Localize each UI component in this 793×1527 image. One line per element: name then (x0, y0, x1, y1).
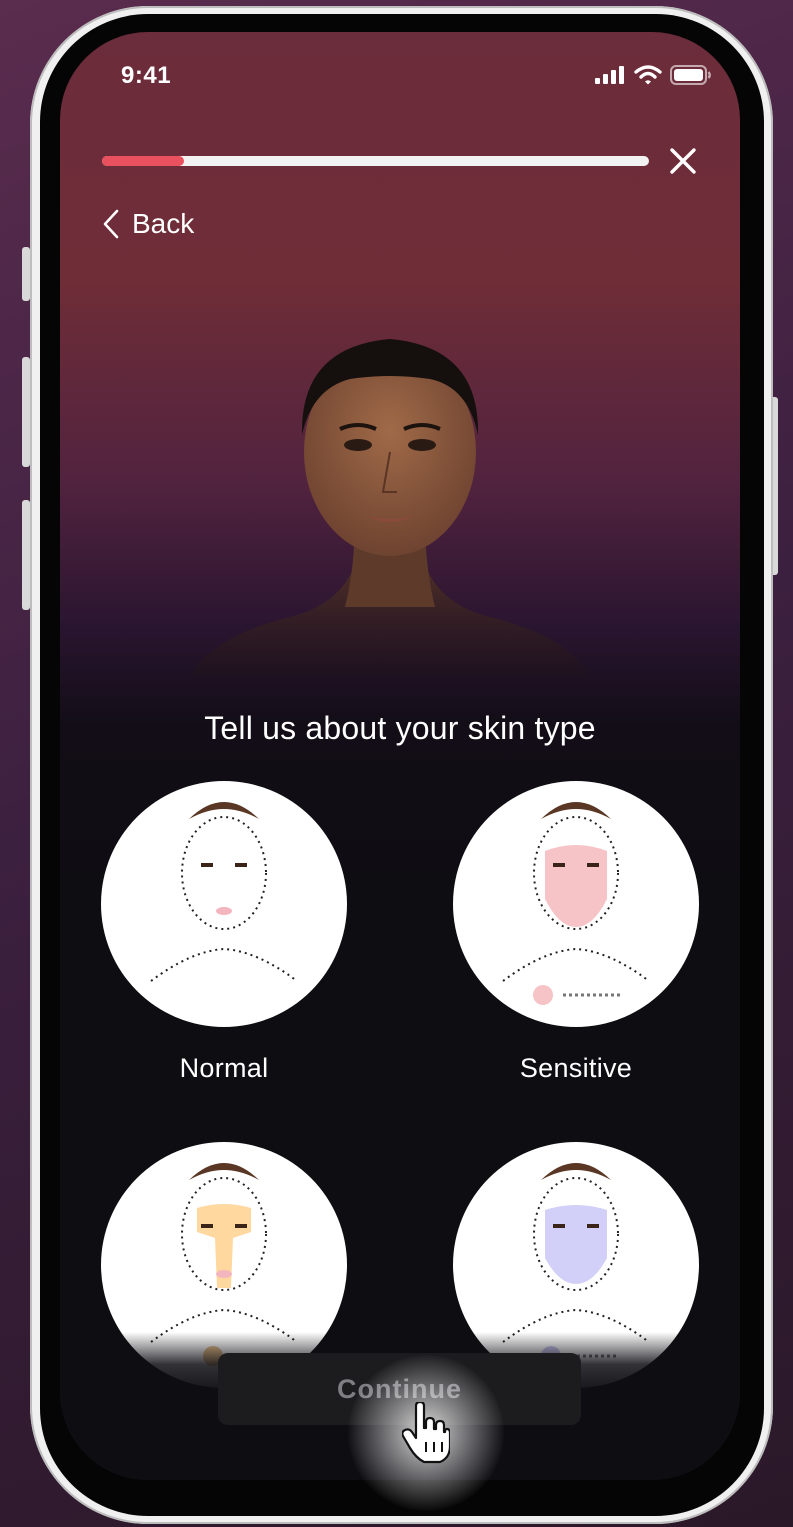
app-screen: 9:41 Back Tell us about your skin type N… (60, 32, 740, 1480)
option-label: Sensitive (519, 1053, 633, 1083)
back-button[interactable]: Back (102, 208, 194, 240)
back-label: Back (132, 208, 195, 239)
progress-bar-fill (102, 156, 185, 166)
option-normal[interactable]: Normal (101, 781, 347, 1084)
chevron-left-icon (103, 209, 119, 239)
close-button[interactable] (666, 144, 700, 178)
question-heading: Tell us about your skin type (204, 710, 596, 746)
wifi-icon (634, 65, 662, 85)
progress-bar (102, 156, 649, 166)
option-illustration (453, 781, 699, 1027)
option-label: Normal (179, 1053, 269, 1083)
status-icons (594, 64, 712, 86)
option-sensitive[interactable]: Sensitive (453, 781, 699, 1084)
battery-icon (670, 65, 711, 85)
highlight-mark (216, 907, 232, 915)
phone-volume-down-button (22, 500, 30, 610)
model-portrait-image (190, 339, 590, 677)
highlight-zone (545, 1205, 607, 1284)
highlight-zone (545, 845, 607, 927)
phone-volume-up-button (22, 357, 30, 467)
close-icon (670, 148, 696, 174)
phone-mute-switch (22, 247, 30, 301)
hand-pointer-icon (402, 1402, 450, 1464)
status-time: 9:41 (121, 62, 172, 89)
cellular-signal-icon (595, 66, 624, 84)
option-illustration (101, 781, 347, 1027)
